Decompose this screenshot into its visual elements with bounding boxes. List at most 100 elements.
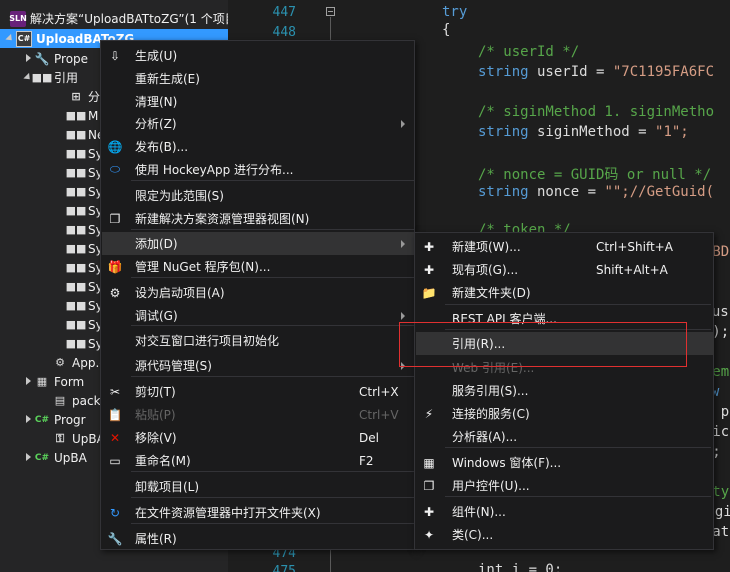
collapsed-arrow-icon[interactable]: [24, 410, 34, 429]
assembly-icon: ■■: [65, 318, 87, 331]
code-line: string userId = "7C1195FA6FC: [478, 64, 715, 80]
menu-item[interactable]: 限定为此范围(S): [102, 184, 415, 207]
expanded-arrow-icon[interactable]: [6, 29, 16, 48]
menu-item-shortcut: Ctrl+X: [359, 384, 399, 399]
assembly-icon: ■■: [65, 261, 87, 274]
menu-item[interactable]: 服务引用(S)...: [416, 379, 714, 402]
menu-item[interactable]: ✚ 现有项(G)... Shift+Alt+A: [416, 258, 714, 281]
menu-item-label: 管理 NuGet 程序包(N)...: [135, 260, 271, 274]
tree-item[interactable]: SLN 解决方案“UploadBATtoZG”(1 个项目: [0, 9, 228, 28]
collapse-toggle[interactable]: [326, 7, 335, 16]
menu-item[interactable]: ✦ 类(C)...: [416, 523, 714, 546]
menu-item-label: 设为启动项目(A): [135, 286, 225, 300]
tree-item-label: Progr: [54, 412, 86, 427]
menu-item-label: 使用 HockeyApp 进行分布...: [135, 163, 294, 177]
menu-item-label: 属性(R): [135, 532, 177, 546]
menu-item[interactable]: ⬭ 使用 HockeyApp 进行分布...: [102, 158, 415, 181]
menu-item[interactable]: 🌐 发布(B)...: [102, 135, 415, 158]
key-file-icon: ⚿: [55, 431, 65, 445]
menu-item[interactable]: ✂ 剪切(T) Ctrl+X: [102, 380, 415, 403]
menu-item[interactable]: ✕ 移除(V) Del: [102, 426, 415, 449]
code-comment: /* userId */: [478, 44, 580, 60]
menu-item-label: 新建解决方案资源管理器视图(N): [135, 212, 310, 226]
menu-item[interactable]: ↻ 在文件资源管理器中打开文件夹(X): [102, 501, 415, 524]
submenu-arrow-icon: [401, 119, 405, 128]
highlight-annotation-box: [399, 322, 687, 367]
config-file-icon: ⚙: [55, 356, 65, 369]
tree-item-label: Prope: [54, 51, 89, 66]
tree-item-label: 解决方案“UploadBATtoZG”(1 个项目: [30, 12, 228, 26]
new-folder-icon: 📁: [421, 285, 437, 300]
menu-item-shortcut: Shift+Alt+A: [596, 262, 668, 277]
menu-item[interactable]: ⚡ 连接的服务(C): [416, 402, 714, 425]
menu-item[interactable]: 添加(D): [102, 232, 415, 255]
menu-item[interactable]: 🎁 管理 NuGet 程序包(N)...: [102, 255, 415, 278]
menu-item-label: Windows 窗体(F)...: [452, 456, 562, 470]
assembly-icon: ■■: [65, 280, 87, 293]
assembly-icon: ■■: [65, 337, 87, 350]
new-item-icon: ✚: [423, 239, 435, 254]
cut-icon: ✂: [109, 384, 121, 399]
class-icon: ✦: [423, 527, 435, 542]
open-folder-icon: ↻: [109, 505, 121, 520]
menu-item-label: 对交互窗口进行项目初始化: [135, 334, 280, 348]
menu-item[interactable]: 清理(N): [102, 90, 415, 113]
menu-item[interactable]: 分析(Z): [102, 112, 415, 135]
collapsed-arrow-icon[interactable]: [24, 372, 34, 391]
component-icon: ✚: [423, 504, 435, 519]
expanded-arrow-icon[interactable]: [24, 68, 34, 87]
menu-item[interactable]: 分析器(A)...: [416, 425, 714, 448]
menu-item-label: 连接的服务(C): [452, 407, 530, 421]
tree-item-label: M: [88, 108, 99, 123]
paste-icon: 📋: [107, 407, 123, 422]
tree-item-label: 分: [88, 90, 101, 104]
menu-item[interactable]: ▭ 重命名(M) F2: [102, 449, 415, 472]
assembly-icon: ■■: [65, 166, 87, 179]
collapsed-arrow-icon[interactable]: [24, 49, 34, 68]
menu-item[interactable]: 重新生成(E): [102, 67, 415, 90]
windows-form-icon: ▦: [423, 455, 435, 470]
code-try: try: [442, 4, 468, 20]
menu-item[interactable]: ✚ 新建项(W)... Ctrl+Shift+A: [416, 235, 714, 258]
collapsed-arrow-icon[interactable]: [24, 448, 34, 467]
existing-item-icon: ✚: [423, 262, 435, 277]
menu-item-label: 移除(V): [135, 431, 177, 445]
tree-item-label: 引用: [54, 71, 79, 85]
menu-item[interactable]: ❐ 新建解决方案资源管理器视图(N): [102, 207, 415, 230]
menu-item[interactable]: 📁 新建文件夹(D): [416, 281, 714, 304]
menu-item[interactable]: 🔧 属性(R): [102, 527, 415, 550]
add-submenu: ✚ 新建项(W)... Ctrl+Shift+A ✚ 现有项(G)... Shift+Al…: [414, 232, 714, 550]
rename-icon: ▭: [109, 453, 121, 468]
csharp-file-icon: C#: [34, 414, 50, 425]
menu-item-label: 调试(G): [135, 309, 178, 323]
menu-item[interactable]: ▦ Windows 窗体(F)...: [416, 451, 714, 474]
menu-item[interactable]: 源代码管理(S): [102, 354, 415, 377]
menu-item-shortcut: Ctrl+V: [359, 407, 399, 422]
menu-item-label: 重新生成(E): [135, 72, 200, 86]
assembly-icon: ■■: [65, 128, 87, 141]
tree-item-label: Form: [54, 374, 85, 389]
menu-item[interactable]: 卸载项目(L): [102, 475, 415, 498]
menu-item[interactable]: ✚ 组件(N)...: [416, 500, 714, 523]
hockeyapp-icon: ⬭: [109, 162, 121, 176]
menu-item[interactable]: ⇩ 生成(U): [102, 44, 415, 67]
menu-item-label: 现有项(G)...: [452, 263, 519, 277]
menu-item[interactable]: ⚙ 设为启动项目(A): [102, 281, 415, 304]
nuget-icon: 🎁: [107, 259, 123, 274]
menu-item-label: 分析(Z): [135, 117, 177, 131]
menu-item[interactable]: ❐ 用户控件(U)...: [416, 474, 714, 497]
file-icon: ▤: [54, 394, 66, 407]
properties-wrench-icon: 🔧: [107, 531, 123, 546]
menu-item-label: 生成(U): [135, 49, 178, 63]
menu-item-label: 类(C)...: [452, 528, 494, 542]
menu-item[interactable]: 对交互窗口进行项目初始化: [102, 329, 415, 352]
menu-item[interactable]: 调试(G): [102, 304, 415, 327]
